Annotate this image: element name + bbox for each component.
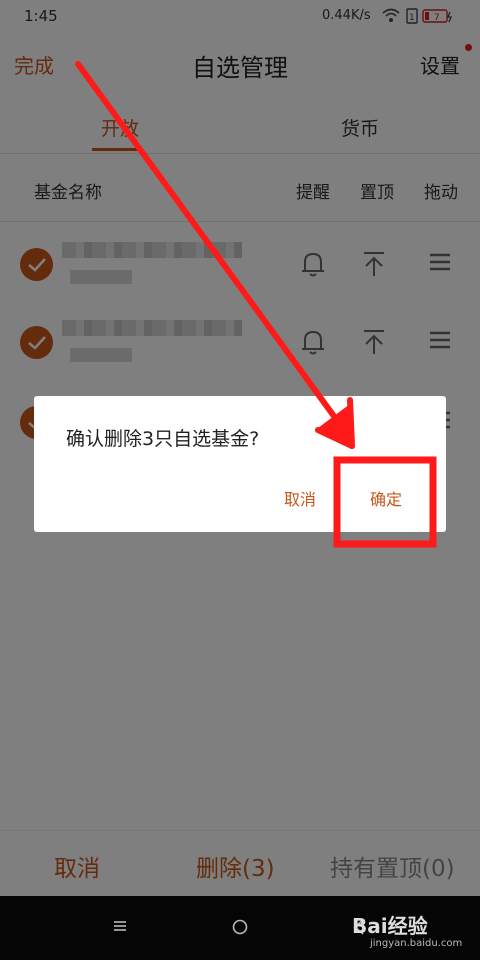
annotation-arrow-icon: [75, 61, 437, 548]
